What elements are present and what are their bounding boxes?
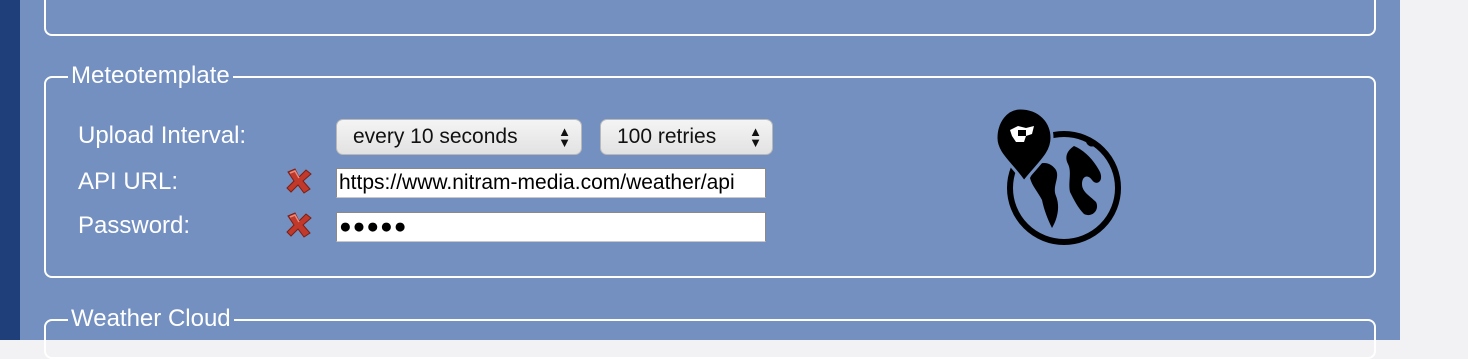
upload-interval-select[interactable]: every 10 seconds ▲ ▼ — [336, 119, 582, 155]
password-label: Password: — [78, 212, 191, 239]
api-url-error-icon — [286, 168, 312, 194]
select-arrows-icon: ▲ ▼ — [558, 124, 571, 150]
upload-interval-select-value: every 10 seconds — [353, 125, 518, 148]
password-input[interactable]: ●●●●● — [336, 212, 766, 242]
weather-cloud-legend: Weather Cloud — [68, 305, 234, 333]
weather-cloud-section: Weather Cloud — [44, 305, 1376, 359]
retries-select-value: 100 retries — [617, 125, 717, 148]
select-arrows-icon: ▲ ▼ — [749, 124, 762, 150]
api-url-label: API URL: — [78, 168, 179, 195]
meteotemplate-legend: Meteotemplate — [68, 62, 233, 90]
password-error-icon — [286, 212, 312, 238]
upload-interval-label: Upload Interval: — [78, 122, 247, 149]
meteotemplate-section: Meteotemplate Upload Interval: every 10 … — [44, 62, 1376, 278]
settings-panel: Meteotemplate Upload Interval: every 10 … — [20, 0, 1400, 359]
api-url-input[interactable]: https://www.nitram-media.com/weather/api — [336, 168, 766, 198]
window-edge — [0, 0, 20, 340]
globe-location-pin-icon — [994, 106, 1121, 245]
retries-select[interactable]: 100 retries ▲ ▼ — [600, 119, 773, 155]
previous-section-fieldset — [44, 0, 1376, 36]
